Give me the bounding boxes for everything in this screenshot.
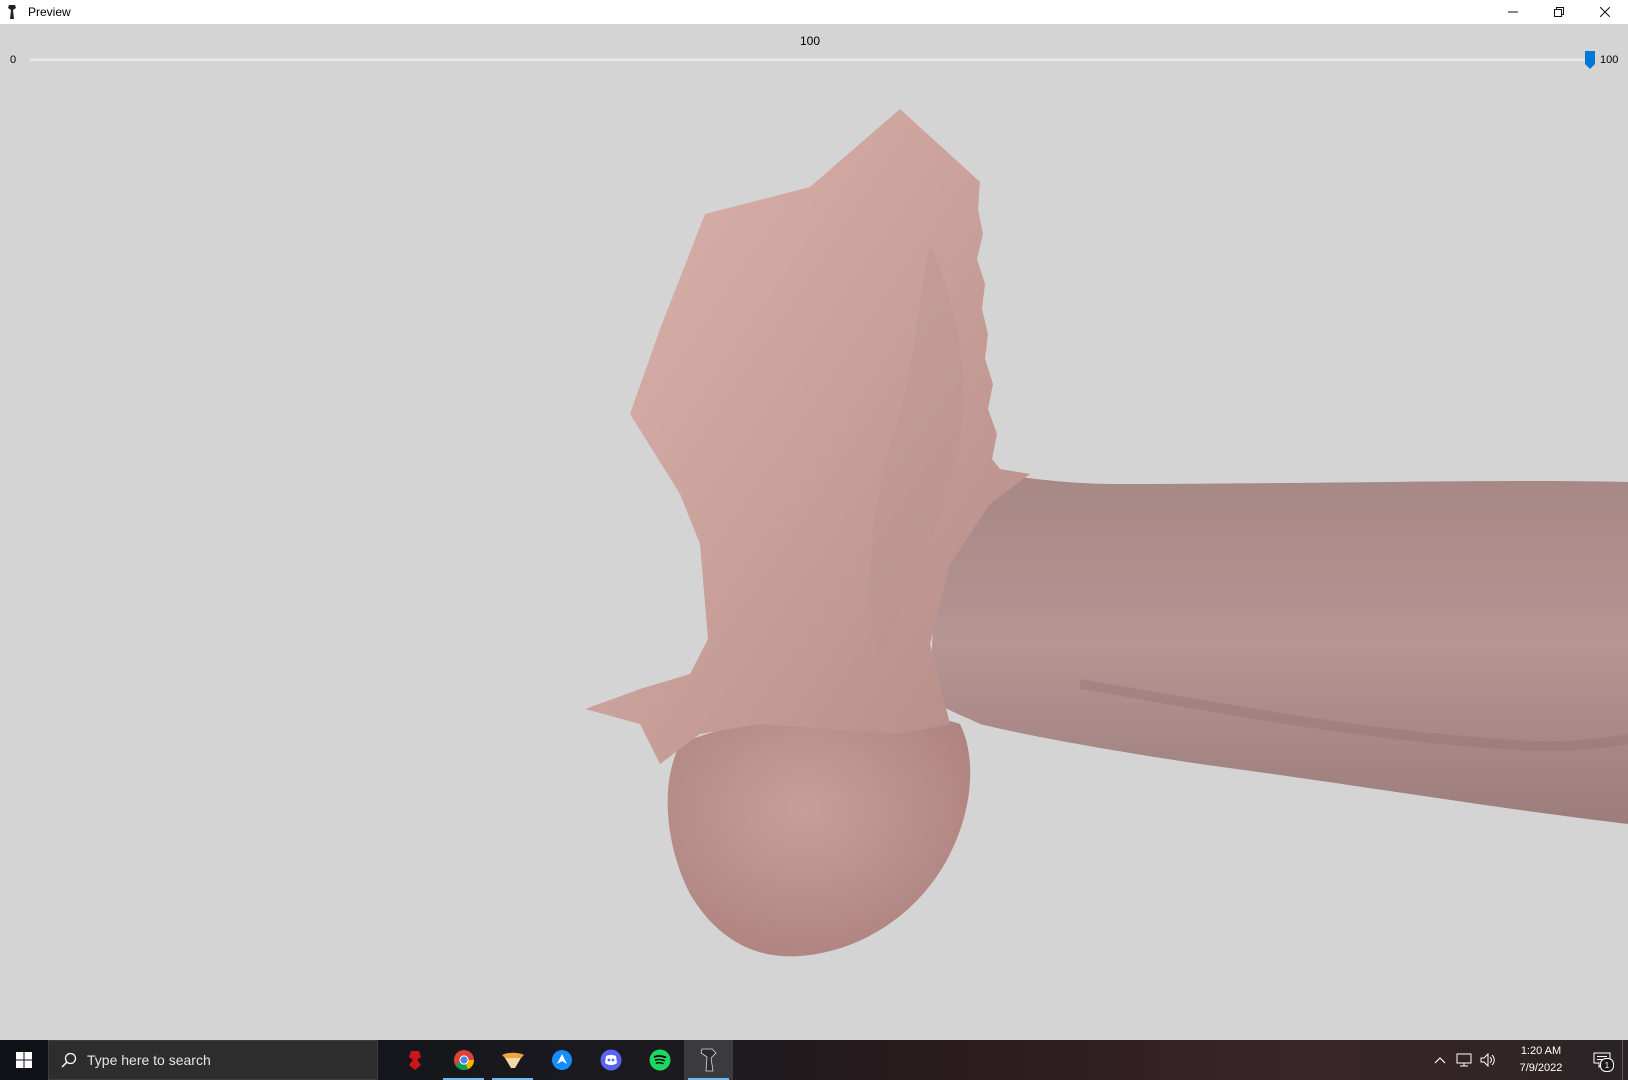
clock-time: 1:20 AM (1520, 1045, 1562, 1057)
slider-track[interactable] (30, 58, 1590, 61)
slider-value-label: 100 (799, 34, 821, 48)
volume-button[interactable] (1476, 1040, 1500, 1080)
show-desktop-button[interactable] (1622, 1040, 1628, 1080)
model-shaft (930, 464, 1628, 824)
windows-logo-icon (16, 1052, 32, 1068)
volume-icon (1480, 1053, 1495, 1067)
taskbar-app-preview[interactable] (684, 1040, 733, 1080)
tray-overflow-button[interactable] (1428, 1040, 1452, 1080)
discord-icon (600, 1049, 621, 1071)
pinned-apps (390, 1040, 733, 1080)
taskbar-search[interactable]: Type here to search (48, 1040, 378, 1080)
slider-fill (30, 58, 1590, 60)
start-button[interactable] (0, 1040, 48, 1080)
app-icon (8, 5, 16, 19)
chevron-up-icon (1434, 1057, 1446, 1064)
network-button[interactable] (1452, 1040, 1476, 1080)
preview-app-icon (700, 1048, 717, 1072)
model-bulb (667, 712, 971, 957)
slider-thumb[interactable] (1584, 50, 1596, 70)
slider-area: 100 0 100 (0, 24, 1628, 84)
window-title: Preview (28, 5, 71, 19)
slider-min-label: 0 (10, 54, 17, 66)
search-placeholder: Type here to search (87, 1052, 211, 1068)
minimize-icon (1508, 11, 1518, 13)
title-bar: Preview (0, 0, 1628, 24)
close-button[interactable] (1582, 0, 1628, 24)
red-app-icon (408, 1051, 421, 1070)
taskbar: Type here to search 1:20 AM 7/9/2022 1 (0, 1040, 1628, 1080)
taskbar-app-discord[interactable] (586, 1040, 635, 1080)
spotify-icon (649, 1049, 670, 1071)
action-center-button[interactable]: 1 (1582, 1040, 1622, 1080)
search-icon (61, 1052, 77, 1068)
close-icon (1600, 7, 1610, 17)
slider-max-label: 100 (1600, 54, 1619, 66)
system-tray: 1:20 AM 7/9/2022 1 (1428, 1040, 1628, 1080)
3d-viewport[interactable] (0, 84, 1628, 1040)
restore-icon (1554, 7, 1564, 17)
window-controls (1490, 0, 1628, 24)
blue-app-icon (551, 1050, 572, 1070)
taskbar-app-chrome[interactable] (439, 1040, 488, 1080)
clock-date: 7/9/2022 (1519, 1062, 1563, 1074)
network-icon (1456, 1053, 1472, 1067)
taskbar-app-red[interactable] (390, 1040, 439, 1080)
taskbar-app-spotify[interactable] (635, 1040, 684, 1080)
notification-badge: 1 (1600, 1058, 1614, 1072)
orange-app-icon (501, 1052, 524, 1068)
minimize-button[interactable] (1490, 0, 1536, 24)
client-area: 100 0 100 (0, 24, 1628, 1040)
taskbar-clock[interactable]: 1:20 AM 7/9/2022 (1506, 1043, 1576, 1077)
taskbar-app-blue[interactable] (537, 1040, 586, 1080)
restore-button[interactable] (1536, 0, 1582, 24)
chrome-icon (453, 1050, 474, 1071)
taskbar-app-orange[interactable] (488, 1040, 537, 1080)
